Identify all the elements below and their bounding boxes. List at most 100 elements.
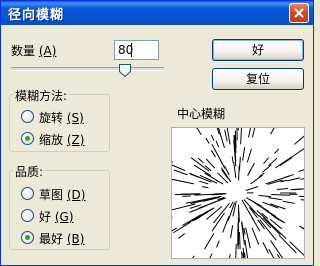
- burst-ray: [262, 201, 279, 209]
- burst-ray: [172, 216, 173, 218]
- burst-ray: [263, 157, 270, 164]
- radio-draft[interactable]: [21, 187, 34, 200]
- burst-ray: [300, 199, 304, 201]
- burst-ray: [271, 193, 291, 196]
- burst-ray: [262, 242, 270, 254]
- burst-ray: [215, 140, 220, 148]
- burst-ray: [224, 129, 228, 142]
- burst-ray: [205, 158, 216, 169]
- burst-ray: [275, 216, 286, 224]
- burst-ray: [238, 165, 240, 181]
- burst-ray: [248, 207, 258, 219]
- burst-ray: [291, 188, 302, 191]
- burst-ray: [172, 161, 174, 163]
- amount-slider-track[interactable]: [11, 67, 164, 71]
- title-bar[interactable]: 径向模糊: [1, 1, 313, 25]
- burst-ray: [279, 157, 293, 167]
- burst-ray: [243, 252, 246, 258]
- burst-ray: [172, 178, 195, 185]
- burst-ray: [240, 128, 243, 145]
- burst-ray: [190, 198, 214, 205]
- best-option-label[interactable]: 最好 (B): [39, 230, 84, 247]
- amount-hotkey: (A): [38, 44, 57, 58]
- burst-ray: [268, 157, 278, 167]
- burst-ray: [210, 134, 215, 141]
- burst-ray: [172, 227, 178, 232]
- window-title: 径向模糊: [8, 8, 65, 23]
- text-caret: [131, 43, 132, 57]
- burst-ray: [189, 172, 212, 183]
- burst-ray: [258, 194, 272, 198]
- burst-ray: [298, 169, 304, 173]
- burst-ray: [204, 233, 215, 250]
- burst-ray: [209, 253, 213, 258]
- burst-ray: [201, 186, 209, 189]
- burst-ray: [205, 137, 210, 144]
- draft-option-label[interactable]: 草图 (D): [39, 186, 85, 203]
- burst-ray: [244, 240, 249, 258]
- burst-ray: [238, 156, 241, 171]
- burst-ray: [274, 148, 280, 154]
- burst-ray: [245, 186, 259, 191]
- amount-input[interactable]: [114, 40, 159, 60]
- burst-ray: [282, 200, 295, 204]
- good-option-label[interactable]: 好 (G): [39, 208, 74, 225]
- burst-ray: [178, 233, 186, 239]
- radio-best[interactable]: [21, 231, 34, 244]
- burst-ray: [284, 148, 304, 163]
- zoom-option-label[interactable]: 缩放 (Z): [39, 131, 84, 148]
- burst-ray: [197, 157, 204, 164]
- reset-button[interactable]: 复位: [212, 68, 304, 90]
- burst-ray: [182, 195, 191, 197]
- spin-option-label[interactable]: 旋转 (S): [39, 109, 84, 126]
- close-icon: [294, 8, 304, 18]
- blur-center-title: 中心模糊: [177, 107, 226, 121]
- burst-ray: [266, 219, 287, 239]
- burst-ray: [300, 178, 304, 180]
- burst-ray: [251, 227, 260, 245]
- radio-good[interactable]: [21, 209, 34, 222]
- amount-label: 数量 (A): [11, 44, 57, 58]
- burst-ray: [173, 221, 191, 234]
- burst-ray: [187, 210, 209, 224]
- blur-center-preview[interactable]: [171, 127, 305, 259]
- burst-ray: [246, 148, 252, 163]
- burst-ray: [243, 227, 246, 235]
- burst-ray: [268, 248, 275, 258]
- blur-method-title: 模糊方法:: [13, 87, 70, 104]
- burst-ray: [247, 162, 255, 176]
- radio-zoom[interactable]: [21, 132, 34, 145]
- burst-ray: [276, 187, 289, 190]
- close-button[interactable]: [289, 3, 309, 23]
- burst-ray: [222, 216, 230, 233]
- burst-ray: [173, 169, 188, 176]
- burst-ray: [298, 225, 304, 230]
- burst-ray: [294, 135, 304, 145]
- burst-ray: [230, 225, 234, 239]
- burst-ray: [270, 128, 275, 135]
- radial-blur-dialog: 径向模糊 数量 (A) 好 复位 模糊方法: 旋转 (S) 缩放 (Z) 品质:…: [0, 0, 314, 266]
- burst-ray: [251, 128, 256, 138]
- burst-ray: [248, 128, 251, 138]
- slider-thumb-icon[interactable]: [119, 64, 132, 77]
- quality-title: 品质:: [13, 163, 46, 180]
- burst-ray: [262, 164, 272, 173]
- burst-ray: [172, 164, 186, 172]
- burst-ray: [210, 149, 216, 158]
- burst-ray: [172, 203, 196, 211]
- burst-ray: [196, 128, 202, 136]
- zoom-burst-pattern: [172, 128, 304, 258]
- burst-ray: [268, 197, 283, 201]
- burst-ray: [265, 175, 291, 185]
- burst-ray: [245, 227, 251, 249]
- radio-spin[interactable]: [21, 110, 34, 123]
- burst-ray: [250, 174, 263, 185]
- burst-ray: [235, 244, 237, 258]
- ok-button[interactable]: 好: [212, 39, 304, 61]
- burst-ray: [238, 231, 241, 250]
- burst-ray: [301, 227, 304, 230]
- burst-ray: [242, 147, 246, 161]
- burst-ray: [216, 240, 220, 248]
- burst-ray: [278, 234, 297, 254]
- burst-ray: [199, 180, 209, 185]
